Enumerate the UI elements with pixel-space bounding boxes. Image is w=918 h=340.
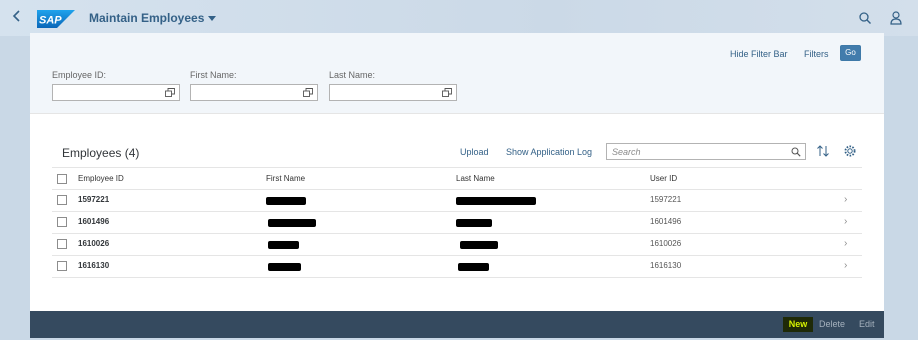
search-icon[interactable]: [858, 10, 872, 26]
gear-icon[interactable]: [843, 144, 857, 158]
employee-id-cell: 1601496: [78, 217, 110, 226]
app-title: Maintain Employees: [89, 11, 205, 25]
employee-id-cell: 1616130: [78, 261, 110, 270]
back-icon[interactable]: [9, 9, 25, 27]
column-header-user-id[interactable]: User ID: [650, 174, 677, 183]
delete-button[interactable]: Delete: [819, 317, 845, 332]
redacted-last-name: [460, 241, 498, 249]
search-icon[interactable]: [791, 147, 801, 157]
redacted-last-name: [458, 263, 489, 271]
chevron-right-icon[interactable]: ›: [844, 238, 847, 249]
first-name-label: First Name:: [190, 70, 237, 80]
filter-bar: Hide Filter Bar Filters Go Employee ID: …: [30, 33, 884, 114]
chevron-down-icon: [208, 16, 217, 22]
redacted-first-name: [268, 263, 301, 271]
column-header-first-name[interactable]: First Name: [266, 174, 305, 183]
column-header-employee-id[interactable]: Employee ID: [78, 174, 124, 183]
redacted-last-name: [456, 197, 536, 205]
chevron-right-icon[interactable]: ›: [844, 216, 847, 227]
hide-filter-bar-link[interactable]: Hide Filter Bar: [730, 49, 788, 59]
filters-link[interactable]: Filters: [804, 49, 829, 59]
table-header: Employee ID First Name Last Name User ID: [52, 167, 862, 190]
employee-id-label: Employee ID:: [52, 70, 107, 80]
last-name-field[interactable]: [329, 84, 457, 101]
first-name-field[interactable]: [190, 84, 318, 101]
user-id-cell: 1616130: [650, 261, 682, 270]
chevron-right-icon[interactable]: ›: [844, 194, 847, 205]
value-help-icon[interactable]: [442, 88, 452, 97]
main-panel: Hide Filter Bar Filters Go Employee ID: …: [30, 33, 884, 338]
redacted-first-name: [268, 241, 299, 249]
table-search[interactable]: [606, 143, 806, 160]
upload-link[interactable]: Upload: [460, 147, 489, 157]
footer-toolbar: New Delete Edit: [30, 311, 884, 338]
redacted-last-name: [456, 219, 492, 227]
table-row[interactable]: 1610026 1610026 ›: [52, 234, 862, 256]
employee-id-cell: 1597221: [78, 195, 110, 204]
chevron-right-icon[interactable]: ›: [844, 260, 847, 271]
shell-bar: SAP Maintain Employees: [0, 0, 918, 36]
row-checkbox[interactable]: [57, 239, 67, 249]
column-header-last-name[interactable]: Last Name: [456, 174, 495, 183]
show-application-log-link[interactable]: Show Application Log: [506, 147, 592, 157]
table-title: Employees (4): [62, 146, 140, 160]
redacted-first-name: [268, 219, 316, 227]
employee-id-cell: 1610026: [78, 239, 110, 248]
search-input[interactable]: [612, 145, 772, 158]
edit-button[interactable]: Edit: [859, 317, 875, 332]
go-button[interactable]: Go: [840, 45, 861, 61]
table-row[interactable]: 1616130 1616130 ›: [52, 256, 862, 278]
user-icon[interactable]: [889, 10, 903, 26]
redacted-first-name: [266, 197, 306, 205]
sap-logo: SAP: [37, 10, 75, 28]
table-row[interactable]: 1597221 1597221 ›: [52, 190, 862, 212]
row-checkbox[interactable]: [57, 217, 67, 227]
table-row[interactable]: 1601496 1601496 ›: [52, 212, 862, 234]
sort-icon[interactable]: [816, 144, 830, 158]
row-checkbox[interactable]: [57, 195, 67, 205]
last-name-label: Last Name:: [329, 70, 376, 80]
user-id-cell: 1597221: [650, 195, 682, 204]
user-id-cell: 1610026: [650, 239, 682, 248]
app-title-menu[interactable]: Maintain Employees: [89, 11, 217, 25]
select-all-checkbox[interactable]: [57, 174, 67, 184]
value-help-icon[interactable]: [303, 88, 313, 97]
value-help-icon[interactable]: [165, 88, 175, 97]
employee-id-field[interactable]: [52, 84, 180, 101]
new-button[interactable]: New: [783, 317, 813, 332]
svg-text:SAP: SAP: [39, 15, 62, 27]
user-id-cell: 1601496: [650, 217, 682, 226]
row-checkbox[interactable]: [57, 261, 67, 271]
